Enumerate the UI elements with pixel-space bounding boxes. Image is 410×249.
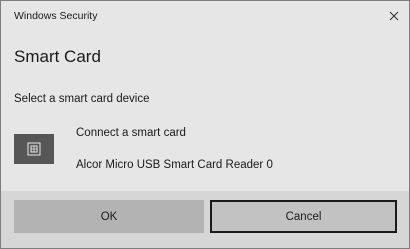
title-bar: Windows Security (1, 1, 409, 31)
close-button[interactable] (381, 5, 407, 27)
device-reader-name: Alcor Micro USB Smart Card Reader 0 (76, 159, 273, 171)
smart-card-icon (14, 134, 54, 164)
smart-card-dialog: Windows Security Smart Card Select a sma… (0, 0, 410, 249)
device-title: Connect a smart card (76, 127, 186, 139)
smart-card-device-option[interactable]: Connect a smart card Alcor Micro USB Sma… (14, 122, 394, 178)
cancel-button[interactable]: Cancel (210, 200, 397, 233)
ok-button[interactable]: OK (14, 200, 204, 233)
dialog-prompt: Select a smart card device (14, 93, 150, 105)
button-footer: OK Cancel (1, 191, 409, 248)
dialog-heading: Smart Card (14, 47, 101, 66)
close-icon (389, 11, 399, 21)
window-title: Windows Security (14, 10, 98, 22)
